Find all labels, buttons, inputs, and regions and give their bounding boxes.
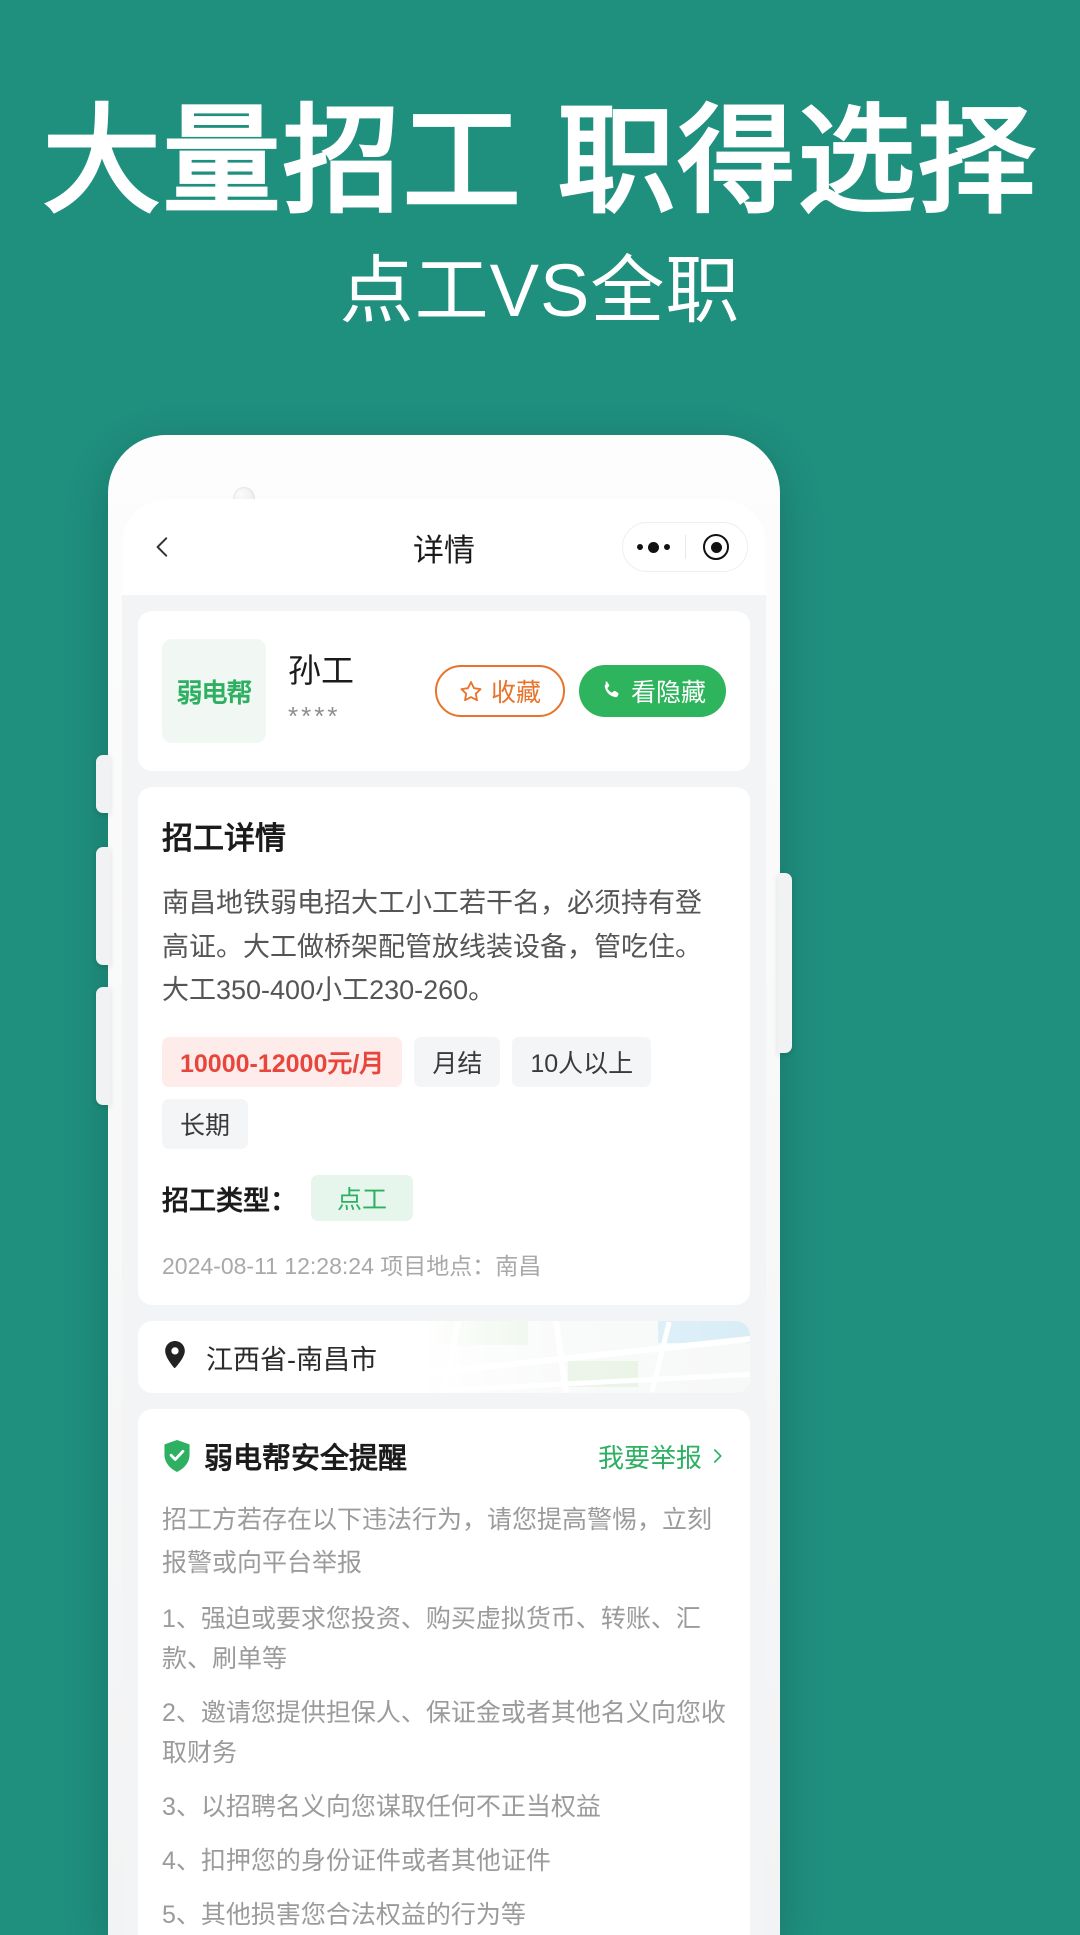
contact-info: 孙工 **** [288,650,435,732]
safety-list-item: 3、以招聘名义向您谋取任何不正当权益 [162,1793,601,1822]
safety-title: 弱电帮安全提醒 [204,1443,408,1476]
promo-subtitle: 点工VS全职 [339,249,741,333]
phone-volume-down-button[interactable] [96,987,110,1105]
chevron-left-icon [156,537,168,557]
safety-list-item: 1、强迫或要求您投资、购买虚拟货币、转账、汇款、刷单等 [162,1605,701,1674]
promo-header: 大量招工 职得选择 点工VS全职 [0,0,1080,332]
ellipsis-icon-dot-2 [648,541,660,553]
promo-title: 大量招工 职得选择 [42,96,1038,228]
safety-list-item: 4、扣押您的身份证件或者其他证件 [162,1847,551,1876]
navbar: 详情 [122,499,766,595]
report-button[interactable]: 我要举报 [598,1438,726,1475]
safety-list-item: 5、其他损害您合法权益的行为等 [162,1901,526,1930]
star-outline-icon [460,681,482,702]
phone-volume-up-button[interactable] [96,847,110,965]
favorite-button-label: 收藏 [490,679,541,707]
more-menu-button[interactable] [623,541,685,553]
phone-mockup: 详情 弱电帮 孙工 **** 收藏 看隐藏 招工详情 南昌地铁弱电招大工小工若干… [96,435,792,1935]
phone-screen: 详情 弱电帮 孙工 **** 收藏 看隐藏 招工详情 南昌地铁弱电招大工小工若干… [122,499,766,1935]
company-logo: 弱电帮 [162,639,266,743]
target-center-dot [710,541,722,553]
safety-intro: 招工方若存在以下违法行为，请您提高警惕，立刻报警或向平台举报 [162,1506,713,1578]
contact-card: 弱电帮 孙工 **** 收藏 看隐藏 [138,611,750,771]
tag-duration: 长期 [162,1099,249,1150]
job-meta: 2024-08-11 12:28:24 项目地点：南昌 [162,1253,542,1280]
reveal-contact-button[interactable]: 看隐藏 [578,665,726,717]
phone-icon [604,681,619,698]
close-miniprogram-button[interactable] [686,534,748,560]
chevron-right-icon [713,1449,722,1464]
location-text: 江西省-南昌市 [206,1344,377,1375]
tag-payment-cycle: 月结 [414,1037,501,1088]
job-description: 南昌地铁弱电招大工小工若干名，必须持有登高证。大工做桥架配管放线装设备，管吃住。… [162,888,702,1006]
tag-headcount: 10人以上 [512,1037,652,1088]
favorite-button[interactable]: 收藏 [434,665,565,717]
safety-header: 弱电帮安全提醒 我要举报 [162,1435,726,1477]
miniprogram-capsule [622,522,748,572]
phone-power-button[interactable] [778,873,792,1053]
target-circle-icon [703,534,730,560]
contact-masked-phone: **** [288,701,341,732]
job-detail-card: 招工详情 南昌地铁弱电招大工小工若干名，必须持有登高证。大工做桥架配管放线装设备… [138,787,750,1306]
job-tags: 10000-12000元/月 月结 10人以上 长期 [162,1037,726,1150]
shield-check-icon [164,1440,190,1473]
report-button-label: 我要举报 [597,1442,702,1473]
reveal-contact-label: 看隐藏 [630,679,706,707]
ellipsis-icon-dot-1 [637,544,644,550]
contact-name: 孙工 [288,651,354,689]
map-pin-icon [165,1341,185,1369]
job-type-label: 招工类型： [162,1185,297,1216]
job-section-title: 招工详情 [162,821,286,856]
tag-salary: 10000-12000元/月 [162,1037,403,1088]
phone-mute-switch[interactable] [96,755,110,813]
safety-card: 弱电帮安全提醒 我要举报 招工方若存在以下违法行为，请您提高警惕，立刻报警或向平… [138,1409,750,1935]
job-type-row: 招工类型： 点工 [162,1175,726,1222]
safety-list-item: 2、邀请您提供担保人、保证金或者其他名义向您收取财务 [162,1699,726,1768]
back-button[interactable] [140,524,186,570]
job-type-value: 点工 [311,1175,414,1222]
ellipsis-icon-dot-3 [664,544,671,550]
location-card[interactable]: 江西省-南昌市 [138,1321,750,1394]
